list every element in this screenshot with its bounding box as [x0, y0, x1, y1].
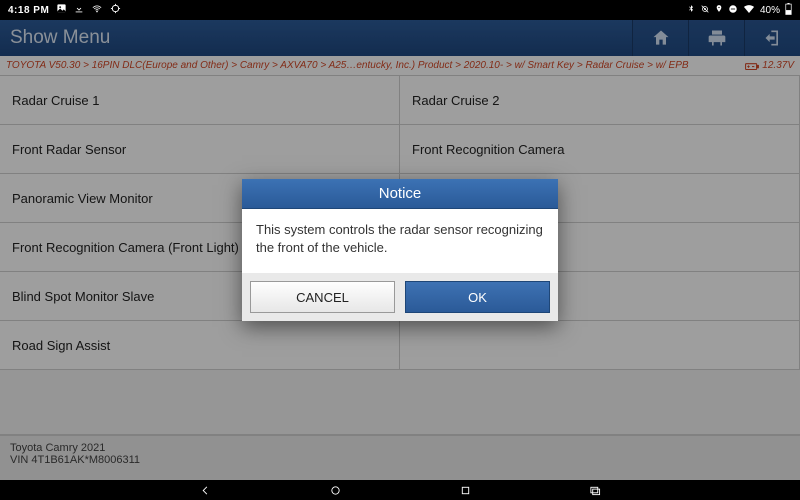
status-time: 4:18 PM — [8, 5, 49, 16]
image-icon — [56, 3, 67, 17]
nav-screenshot-button[interactable] — [588, 483, 602, 497]
dialog-message: This system controls the radar sensor re… — [242, 209, 558, 273]
dialog-title: Notice — [242, 179, 558, 209]
target-icon — [110, 3, 121, 17]
bluetooth-icon — [687, 3, 695, 17]
download-icon — [74, 4, 84, 17]
ok-button[interactable]: OK — [405, 281, 550, 313]
nav-recent-button[interactable] — [458, 483, 472, 497]
wifi-status-icon — [743, 4, 755, 17]
nav-back-button[interactable] — [198, 483, 212, 497]
dialog-actions: CANCEL OK — [242, 273, 558, 321]
app-frame: Show Menu TOYOTA V50.30 > 16PIN DLC(Euro… — [0, 20, 800, 480]
android-nav-bar — [0, 480, 800, 500]
battery-icon — [785, 3, 792, 18]
wifi-icon — [91, 4, 103, 17]
location-pin-icon — [715, 3, 723, 17]
dnd-icon — [728, 4, 738, 17]
android-status-bar: 4:18 PM 40% — [0, 0, 800, 20]
gps-disabled-icon — [700, 4, 710, 17]
nav-home-button[interactable] — [328, 483, 342, 497]
battery-percentage: 40% — [760, 5, 780, 16]
cancel-button[interactable]: CANCEL — [250, 281, 395, 313]
notice-dialog: Notice This system controls the radar se… — [242, 179, 558, 321]
